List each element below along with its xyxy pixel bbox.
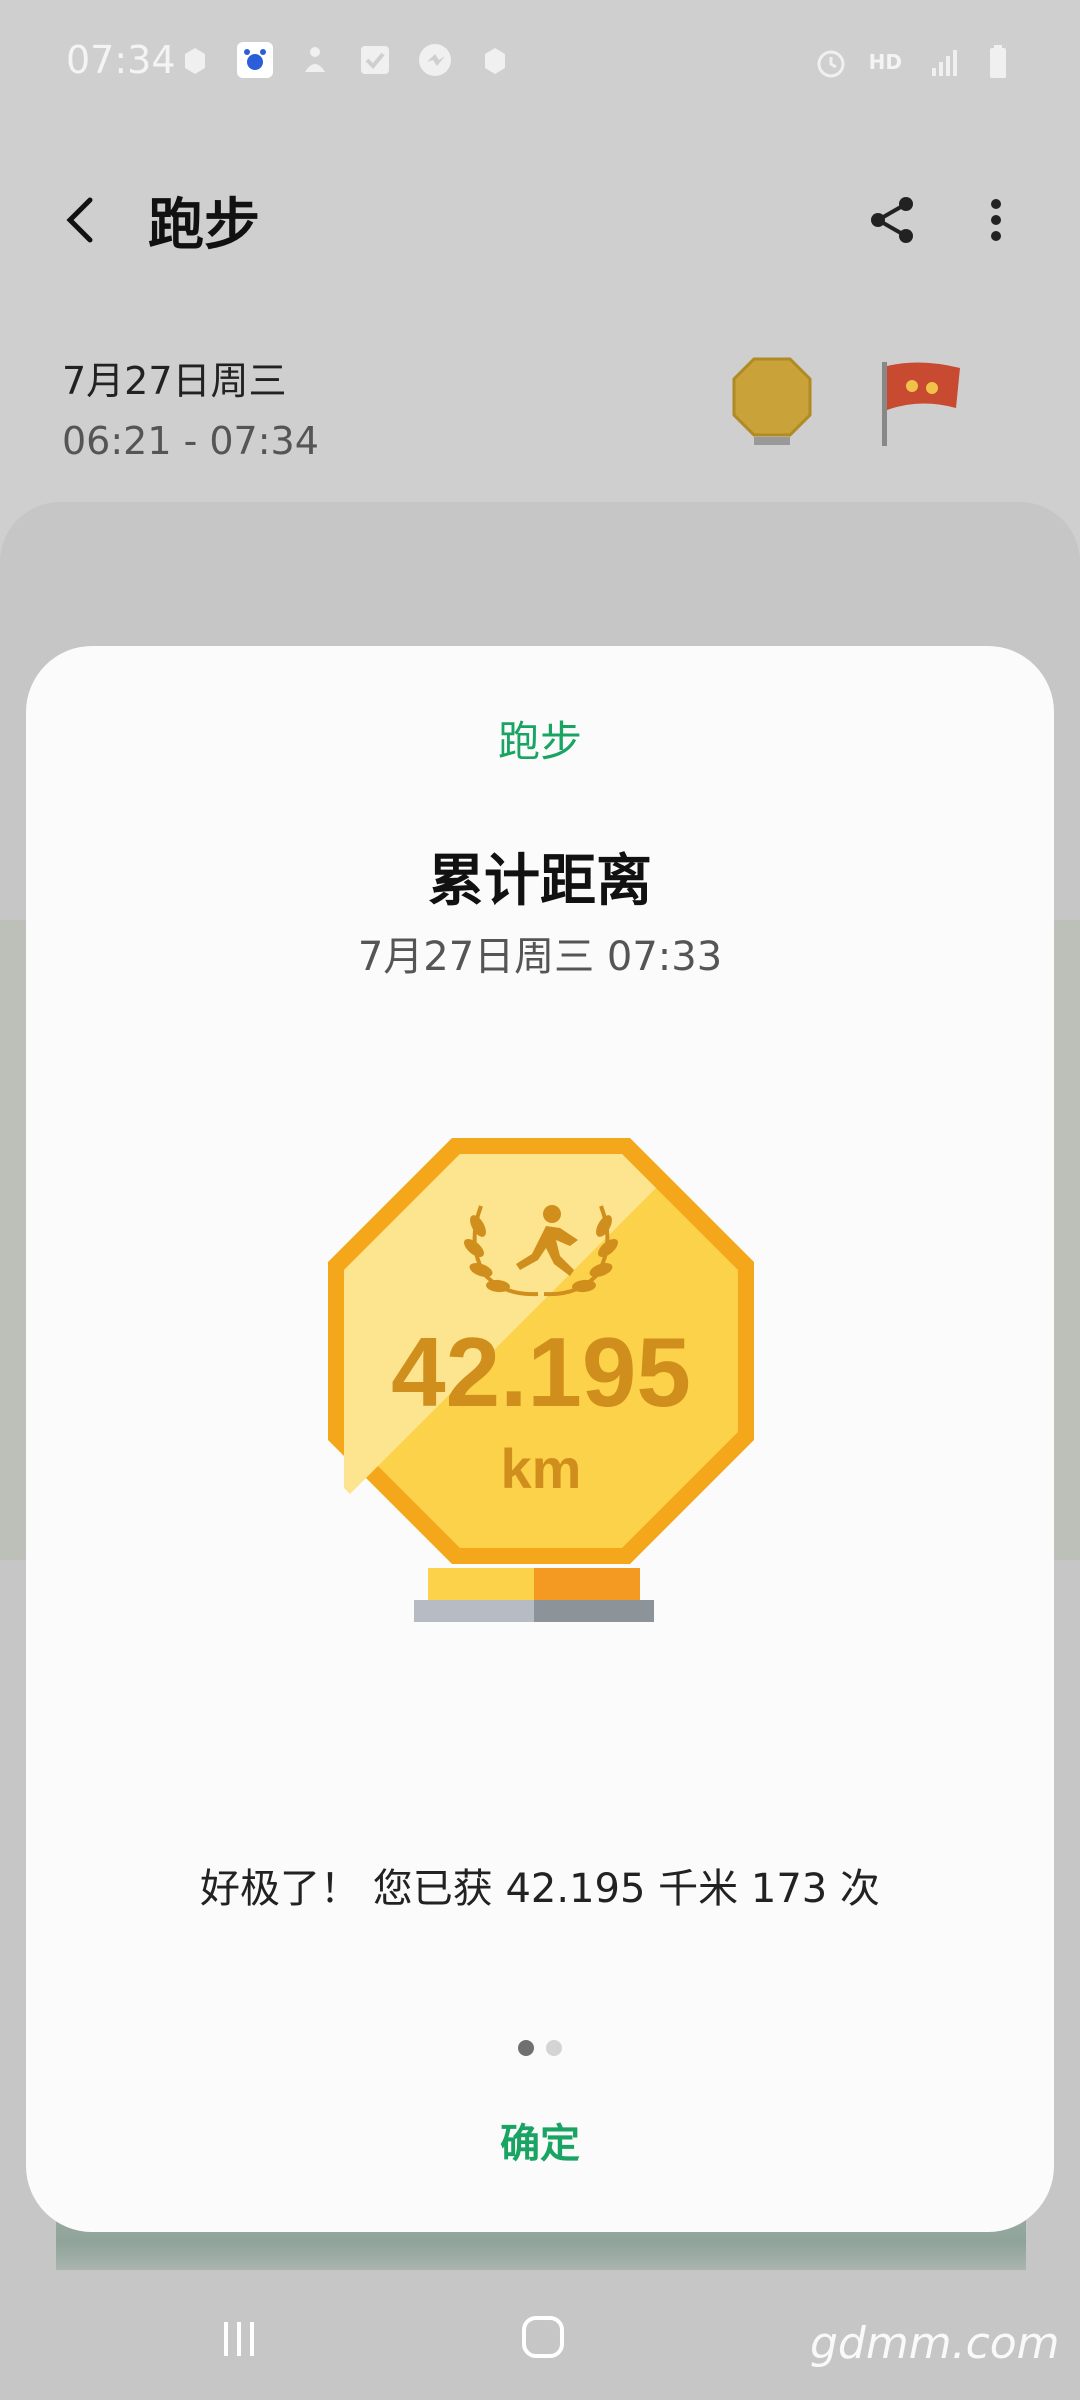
- medal-unit: km: [500, 1437, 582, 1500]
- share-button[interactable]: [862, 190, 922, 250]
- medal-value: 42.195: [391, 1317, 691, 1427]
- page-indicator: [26, 2040, 1054, 2056]
- confirm-button[interactable]: 确定: [440, 2104, 640, 2184]
- back-button[interactable]: [52, 190, 112, 250]
- status-system-icons: HD: [811, 42, 1018, 82]
- workout-date: 7月27日周三: [62, 359, 287, 403]
- chevron-left-icon: [66, 197, 93, 243]
- messenger-icon: [419, 44, 451, 76]
- dialog-category: 跑步: [497, 717, 582, 766]
- alarm-icon: [817, 50, 845, 78]
- recents-icon: [224, 2322, 254, 2356]
- achievement-title: 累计距离: [428, 849, 652, 914]
- app-header: 跑步: [0, 150, 1080, 290]
- achievement-datetime: 7月27日周三 07:33: [357, 934, 723, 980]
- more-vertical-icon: [991, 199, 1001, 241]
- screen: 07:34 HD 跑步 7月27日周三 06:21 - 07:34 跑步 累计距…: [0, 0, 1080, 2400]
- watermark: gdmm.com: [810, 2318, 1060, 2369]
- checkbox-icon: [361, 46, 389, 74]
- status-bar: 07:34 HD: [0, 0, 1080, 120]
- share-icon: [871, 197, 913, 243]
- notification-icon: [485, 48, 505, 74]
- notification-icon: [185, 48, 205, 74]
- page-dot-active[interactable]: [518, 2040, 534, 2056]
- status-notification-icons: [175, 40, 515, 80]
- route-flag-icon[interactable]: [880, 358, 964, 450]
- distance-badge-icon[interactable]: [730, 355, 814, 447]
- achievement-dialog: 跑步 累计距离 7月27日周三 07:33 42.195 km 好极了！ 您已获…: [26, 646, 1054, 2232]
- status-time: 07:34: [66, 38, 176, 82]
- hd-icon: HD: [868, 50, 902, 74]
- achievement-message: 好极了！ 您已获 42.195 千米 173 次: [200, 1866, 880, 1912]
- 4g-signal-icon: [932, 50, 957, 76]
- more-options-button[interactable]: [976, 190, 1016, 250]
- home-button[interactable]: [518, 2312, 568, 2362]
- baidu-icon: [237, 42, 273, 78]
- notification-icon: [305, 47, 325, 72]
- workout-time-range: 06:21 - 07:34: [62, 419, 319, 463]
- achievement-medal: 42.195 km: [326, 1136, 756, 1626]
- workout-info: 7月27日周三 06:21 - 07:34: [62, 350, 319, 463]
- home-icon: [522, 2316, 564, 2358]
- recent-apps-button[interactable]: [214, 2314, 264, 2364]
- page-dot[interactable]: [546, 2040, 562, 2056]
- battery-icon: [990, 45, 1006, 78]
- page-title: 跑步: [148, 193, 260, 258]
